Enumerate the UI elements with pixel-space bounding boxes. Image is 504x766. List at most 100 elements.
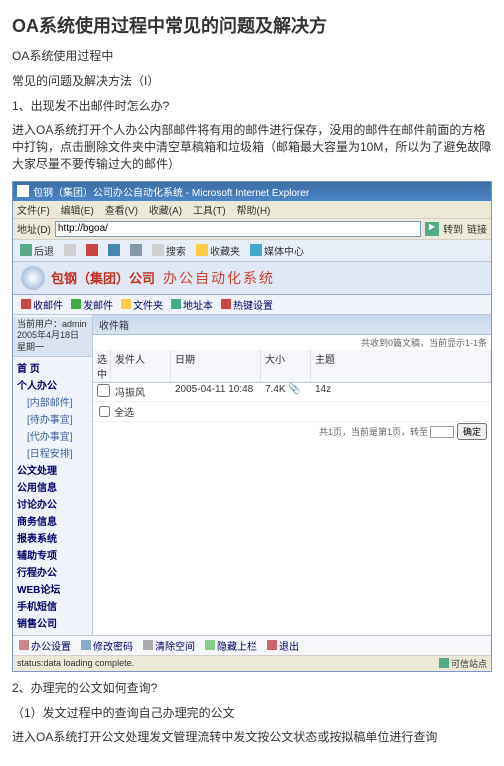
ie-addressbar: 地址(D) ▶ 转到 链接 [13, 219, 491, 240]
nav-send[interactable]: 发邮件 [71, 297, 113, 312]
tree-pubinfo[interactable]: 公用信息 [15, 478, 90, 495]
go-label: 转到 [443, 221, 463, 236]
bn-exit[interactable]: 退出 [267, 638, 299, 653]
col-subject[interactable]: 主题 [311, 350, 491, 382]
tree-luntan[interactable]: 讨论办公 [15, 495, 90, 512]
menu-help[interactable]: 帮助(H) [237, 206, 271, 217]
question-1: 1、出现发不出邮件时怎么办? [12, 98, 492, 115]
back-button[interactable]: 后退 [17, 242, 57, 259]
go-button[interactable]: ▶ [425, 222, 439, 236]
trash-icon [143, 640, 153, 650]
col-date[interactable]: 日期 [171, 350, 261, 382]
hide-icon [205, 640, 215, 650]
tree-sms[interactable]: 手机短信 [15, 597, 90, 614]
question-2-desc: 进入OA系统打开公文处理发文管理流转中发文按公文状态或按拟稿单位进行查询 [12, 729, 492, 746]
paginate: 共1页，当前是第1页，转至 确定 [93, 421, 491, 441]
ie-icon [17, 185, 29, 197]
menu-edit[interactable]: 编辑(E) [61, 206, 94, 217]
star-icon [196, 244, 208, 256]
search-button[interactable]: 搜索 [149, 242, 189, 259]
refresh-icon [108, 244, 120, 256]
nav-folder[interactable]: 文件夹 [121, 297, 163, 312]
question-1-desc: 进入OA系统打开个人办公内部邮件将有用的邮件进行保存，没用的邮件在邮件前面的方格… [12, 122, 492, 172]
row-sender: 冯振风 [111, 383, 171, 401]
ie-titlebar: 包钢（集团）公司办公自动化系统 - Microsoft Internet Exp… [13, 182, 491, 201]
bn-clear[interactable]: 清除空间 [143, 638, 195, 653]
gear-icon [19, 640, 29, 650]
col-size[interactable]: 大小 [261, 350, 311, 382]
status-text: status:data loading complete. [17, 658, 134, 668]
media-button[interactable]: 媒体中心 [247, 242, 307, 259]
current-user: 当前用户：admin [17, 319, 88, 331]
user-info: 当前用户：admin 2005年4月18日 星期一 [13, 317, 92, 357]
mailbox-count: 共收到0篇文稿，当前显示1-1条 [93, 335, 491, 350]
tree-assist[interactable]: 辅助专项 [15, 546, 90, 563]
ie-statusbar: status:data loading complete. 可信站点 [13, 655, 491, 671]
book-icon [171, 299, 181, 309]
inner-nav: 收邮件 发邮件 文件夹 地址本 热键设置 [13, 295, 491, 315]
nav-address[interactable]: 地址本 [171, 297, 213, 312]
menu-fav[interactable]: 收藏(A) [149, 206, 182, 217]
sidebar: 当前用户：admin 2005年4月18日 星期一 首 页 个人办公 [内部邮件… [13, 315, 93, 635]
mail-row[interactable]: 冯振风 2005-04-11 10:48 7.4K 📎 14z [93, 383, 491, 402]
home-icon [130, 244, 142, 256]
folder-icon [121, 299, 131, 309]
back-icon [20, 244, 32, 256]
select-all-label: 全选 [114, 404, 134, 419]
tree-sale[interactable]: 销售公司 [15, 614, 90, 631]
tree-business[interactable]: 商务信息 [15, 512, 90, 529]
menu-file[interactable]: 文件(F) [17, 206, 50, 217]
bn-password[interactable]: 修改密码 [81, 638, 133, 653]
tree-personal[interactable]: 个人办公 [15, 376, 90, 393]
links-label[interactable]: 链接 [467, 221, 487, 236]
page-input[interactable] [430, 426, 454, 438]
row-subject: 14z [311, 383, 491, 401]
security-zone: 可信站点 [439, 657, 487, 670]
page-go-button[interactable]: 确定 [457, 423, 487, 440]
mail-header-row: 选中 发件人 日期 大小 主题 [93, 350, 491, 383]
menu-tools[interactable]: 工具(T) [193, 206, 226, 217]
main-area: 收件箱 共收到0篇文稿，当前显示1-1条 选中 发件人 日期 大小 主题 冯振风… [93, 315, 491, 635]
tree-forum[interactable]: WEB论坛 [15, 580, 90, 597]
fwd-button[interactable] [61, 242, 79, 259]
tree-walk[interactable]: 行程办公 [15, 563, 90, 580]
col-sender[interactable]: 发件人 [111, 350, 171, 382]
row-size: 7.4K 📎 [261, 383, 311, 401]
tree-done[interactable]: [代办事宜] [15, 427, 90, 444]
tree-report[interactable]: 报表系统 [15, 529, 90, 546]
content-area: 当前用户：admin 2005年4月18日 星期一 首 页 个人办公 [内部邮件… [13, 315, 491, 635]
lock-icon [81, 640, 91, 650]
tree-todo[interactable]: [待办事宜] [15, 410, 90, 427]
exit-icon [267, 640, 277, 650]
intro-1: OA系统使用过程中 [12, 48, 492, 65]
home-button[interactable] [127, 242, 145, 259]
select-all-checkbox[interactable] [99, 406, 110, 417]
forward-icon [64, 244, 76, 256]
bottom-nav: 办公设置 修改密码 清除空间 隐藏上栏 退出 [13, 635, 491, 655]
tree-docmgr[interactable]: 公文处理 [15, 461, 90, 478]
refresh-button[interactable] [105, 242, 123, 259]
row-checkbox[interactable] [97, 384, 110, 397]
addr-input[interactable] [55, 221, 421, 237]
nav-hotkey[interactable]: 热键设置 [221, 297, 273, 312]
checkmark-icon [439, 658, 449, 668]
menu-view[interactable]: 查看(V) [105, 206, 138, 217]
row-date: 2005-04-11 10:48 [171, 383, 261, 401]
select-all-row: 全选 [93, 402, 491, 421]
key-icon [221, 299, 231, 309]
fav-button[interactable]: 收藏夹 [193, 242, 243, 259]
bn-settings[interactable]: 办公设置 [19, 638, 71, 653]
page-title: OA系统使用过程中常见的问题及解决方 [12, 12, 492, 38]
media-icon [250, 244, 262, 256]
app-banner: 包钢（集团）公司 办公自动化系统 [13, 262, 491, 295]
bn-hide[interactable]: 隐藏上栏 [205, 638, 257, 653]
ie-title-text: 包钢（集团）公司办公自动化系统 - Microsoft Internet Exp… [33, 184, 309, 199]
ie-menubar[interactable]: 文件(F) 编辑(E) 查看(V) 收藏(A) 工具(T) 帮助(H) [13, 201, 491, 219]
nav-receive[interactable]: 收邮件 [21, 297, 63, 312]
stop-button[interactable] [83, 242, 101, 259]
tree-inbox[interactable]: [内部邮件] [15, 393, 90, 410]
tree-home[interactable]: 首 页 [15, 359, 90, 376]
banner-logo-icon [21, 266, 45, 290]
tree-calendar[interactable]: [日程安排] [15, 444, 90, 461]
addr-label: 地址(D) [17, 221, 51, 236]
